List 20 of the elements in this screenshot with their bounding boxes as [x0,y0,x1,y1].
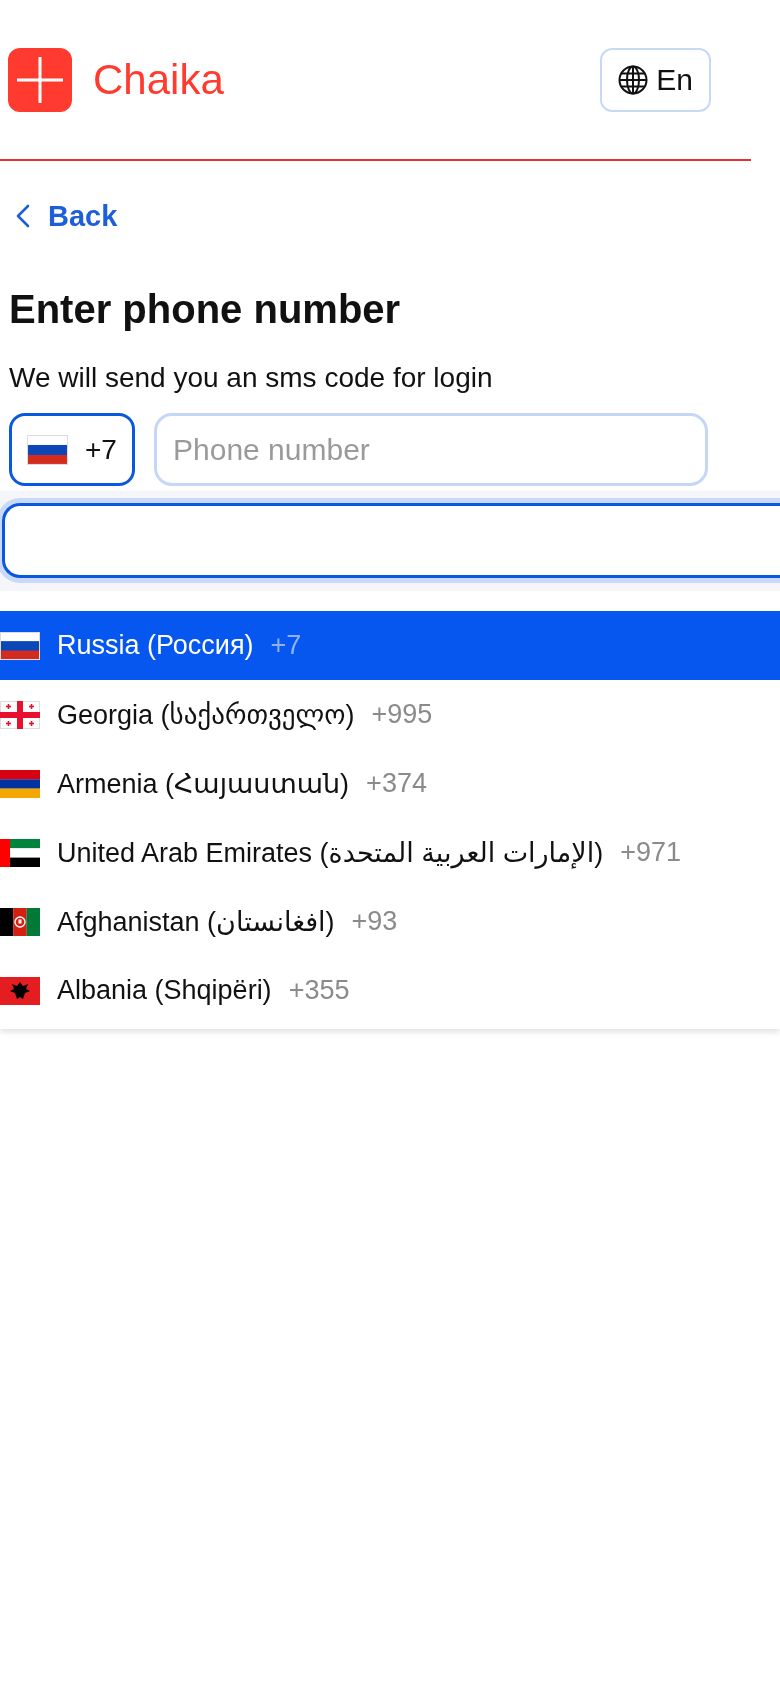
chevron-left-icon [16,204,30,228]
albania-flag-icon [0,976,40,1005]
country-code-button[interactable]: +7 [9,413,135,486]
russia-flag-icon [0,631,40,660]
search-field[interactable] [2,503,780,578]
subtitle-text: We will send you an sms code for login [9,361,494,395]
plus-logo-icon [8,48,72,112]
brand-name: Chaika [93,56,224,104]
phone-number-field[interactable]: Phone number [154,413,708,486]
georgia-flag-icon [0,700,40,729]
armenia-flag-icon [0,769,40,798]
language-button[interactable]: En [600,48,711,112]
country-option[interactable]: Russia (Россия) +7 [0,611,780,680]
russia-flag-icon [27,434,68,465]
country-option[interactable]: Armenia (Հայաստան) +374 [0,749,780,818]
country-option[interactable]: Georgia (საქართველო) +995 [0,680,780,749]
globe-icon [618,65,649,95]
back-link[interactable]: Back [9,199,118,233]
country-option[interactable]: Albania (Shqipëri) +355 [0,956,780,1025]
page-title: Enter phone number [9,286,402,333]
